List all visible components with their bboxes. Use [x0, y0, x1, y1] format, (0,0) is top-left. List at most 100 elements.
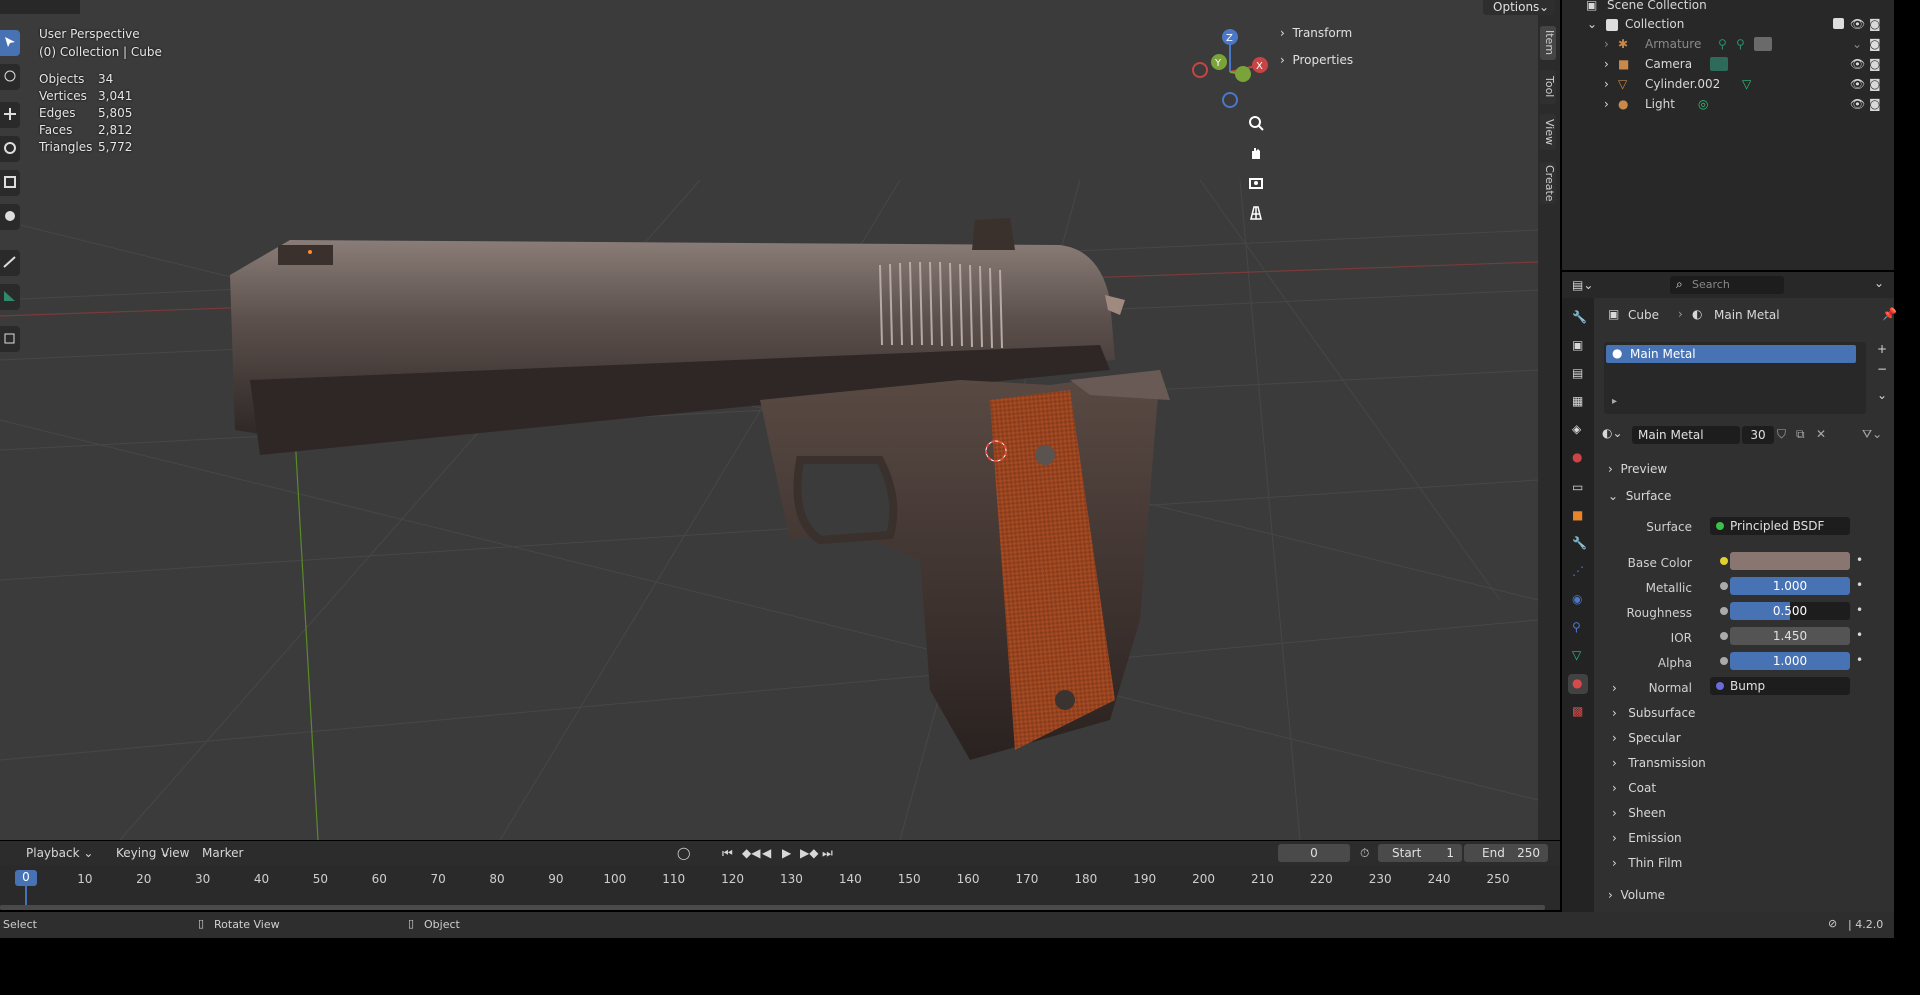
checkbox-icon[interactable] — [1833, 18, 1844, 29]
measure-tool[interactable] — [0, 284, 20, 310]
collection-tab[interactable]: ▭ — [1568, 478, 1588, 498]
camera-render-icon[interactable]: ◙ — [1869, 17, 1881, 31]
chevron-down-icon[interactable]: ⌄ — [1587, 17, 1597, 31]
constraints-tab[interactable]: ⚲ — [1568, 618, 1588, 638]
output-tab[interactable]: ▤ — [1568, 364, 1588, 384]
transform-tool[interactable] — [0, 204, 20, 230]
tab-create[interactable]: Create — [1540, 162, 1556, 204]
camera-view-button[interactable] — [1243, 170, 1269, 196]
surface-shader-field[interactable]: Principled BSDF — [1710, 517, 1850, 535]
section-sheen[interactable]: › Sheen — [1612, 806, 1666, 820]
particles-tab[interactable]: ⋰ — [1568, 562, 1588, 582]
metallic-slider[interactable]: 1.000 — [1730, 577, 1850, 595]
close-icon[interactable]: ✕ — [1816, 427, 1826, 441]
play-icon[interactable]: ▶ — [782, 846, 791, 860]
section-specular[interactable]: › Specular — [1612, 731, 1681, 745]
modifier-tab[interactable]: 🔧 — [1568, 534, 1588, 554]
expand-arrow-icon[interactable]: ▸ — [1612, 396, 1617, 407]
auto-keying-icon[interactable]: ◯ — [677, 846, 690, 860]
chevron-right-icon[interactable]: › — [1604, 97, 1609, 111]
remove-slot-button[interactable]: − — [1874, 362, 1890, 378]
chevron-right-icon[interactable]: › — [1604, 57, 1609, 71]
menu-marker[interactable]: Marker — [202, 846, 243, 860]
material-browse-button[interactable]: ◐⌄ — [1602, 426, 1630, 444]
render-tab[interactable]: ▣ — [1568, 336, 1588, 356]
stopwatch-icon[interactable]: ⏱ — [1360, 846, 1369, 861]
start-frame-field[interactable]: Start 1 — [1378, 844, 1462, 862]
outliner-item-camera[interactable]: › ■ Camera 👁 ◙ — [1562, 54, 1894, 74]
eye-icon[interactable]: 👁 — [1850, 57, 1865, 71]
base-color-swatch[interactable] — [1730, 552, 1850, 570]
cursor-tool[interactable] — [0, 64, 20, 90]
section-emission[interactable]: › Emission — [1612, 831, 1682, 845]
options-dropdown[interactable]: Options ⌄ — [1483, 0, 1555, 15]
texture-tab[interactable]: ▩ — [1568, 702, 1588, 722]
tab-view[interactable]: View — [1540, 114, 1556, 150]
keyframe-dot-icon[interactable]: • — [1856, 553, 1863, 567]
menu-playback[interactable]: Playback ⌄ — [26, 846, 93, 860]
add-slot-button[interactable]: + — [1874, 342, 1890, 358]
annotate-tool[interactable] — [0, 250, 20, 276]
keyframe-dot-icon[interactable]: • — [1856, 628, 1863, 642]
keyframe-dot-icon[interactable]: • — [1856, 603, 1863, 617]
section-surface[interactable]: ⌄ Surface — [1608, 489, 1671, 503]
data-tab[interactable]: ▽ — [1568, 646, 1588, 666]
panel-transform[interactable]: › Transform — [1280, 26, 1352, 40]
pin-icon[interactable]: 📌 — [1882, 307, 1897, 321]
scene-tab[interactable]: ◈ — [1568, 420, 1588, 440]
panel-properties[interactable]: › Properties — [1280, 53, 1353, 67]
section-preview[interactable]: › Preview — [1608, 462, 1667, 476]
outliner-item-cylinder[interactable]: › ▽ Cylinder.002 ▽ 👁 ◙ — [1562, 74, 1894, 94]
editor-type-icon[interactable]: ▤⌄ — [1572, 278, 1593, 292]
jump-end-icon[interactable]: ⏭ — [822, 846, 833, 861]
search-input[interactable]: ⌕ Search — [1670, 276, 1784, 294]
perspective-toggle-button[interactable] — [1243, 200, 1269, 226]
outliner-item-light[interactable]: › ● Light ◎ 👁 ◙ — [1562, 94, 1894, 114]
eye-icon[interactable]: 👁 — [1850, 17, 1865, 31]
next-keyframe-icon[interactable]: ▶◆ — [800, 846, 818, 860]
section-coat[interactable]: › Coat — [1612, 781, 1656, 795]
chevron-right-icon[interactable]: › — [1604, 77, 1609, 91]
outliner-item-armature[interactable]: › ✱ Armature ⚲ ⚲ ⌄ ◙ — [1562, 34, 1894, 54]
keyframe-dot-icon[interactable]: • — [1856, 653, 1863, 667]
scale-tool[interactable] — [0, 170, 20, 196]
fake-user-icon[interactable]: ⛉ — [1777, 427, 1786, 442]
move-tool[interactable] — [0, 102, 20, 128]
play-reverse-icon[interactable]: ◀ — [762, 846, 771, 860]
navigation-gizmo[interactable]: Z X Y — [1192, 29, 1268, 108]
tool-tab[interactable]: 🔧 — [1568, 308, 1588, 328]
keyframe-dot-icon[interactable]: • — [1856, 578, 1863, 592]
select-tool[interactable] — [0, 30, 20, 56]
playhead[interactable]: 0 — [15, 870, 37, 886]
chevron-down-icon[interactable]: ⌄ — [1874, 276, 1884, 290]
timeline-scrollbar[interactable] — [0, 905, 1545, 910]
hidden-icon[interactable]: ⌄ — [1852, 37, 1862, 51]
prev-keyframe-icon[interactable]: ◆◀ — [742, 846, 760, 860]
material-slot-item[interactable]: ● Main Metal — [1606, 345, 1856, 363]
material-name-field[interactable]: Main Metal — [1632, 426, 1740, 444]
camera-render-icon[interactable]: ◙ — [1869, 97, 1881, 111]
chevron-right-icon[interactable]: › — [1604, 37, 1609, 51]
duplicate-icon[interactable]: ⧉ — [1796, 427, 1805, 442]
world-tab[interactable]: ● — [1568, 448, 1588, 468]
filter-icon[interactable]: ⛛⌄ — [1862, 427, 1882, 442]
camera-render-icon[interactable]: ◙ — [1869, 77, 1881, 91]
pan-button[interactable] — [1243, 140, 1269, 166]
view-layer-tab[interactable]: ▦ — [1568, 392, 1588, 412]
section-volume[interactable]: › Volume — [1608, 888, 1665, 902]
roughness-slider[interactable]: 0.500 — [1730, 602, 1850, 620]
tab-item[interactable]: Item — [1540, 26, 1556, 60]
slot-specials-button[interactable]: ⌄ — [1874, 388, 1890, 404]
alpha-slider[interactable]: 1.000 — [1730, 652, 1850, 670]
ior-field[interactable]: 1.450 — [1730, 627, 1850, 645]
current-frame-field[interactable]: 0 — [1278, 844, 1350, 862]
physics-tab[interactable]: ◉ — [1568, 590, 1588, 610]
end-frame-field[interactable]: End 250 — [1464, 844, 1548, 862]
camera-render-icon[interactable]: ◙ — [1869, 57, 1881, 71]
eye-icon[interactable]: 👁 — [1850, 77, 1865, 91]
rotate-tool[interactable] — [0, 136, 20, 162]
material-tab[interactable]: ● — [1568, 674, 1588, 694]
user-count[interactable]: 30 — [1742, 426, 1774, 444]
tab-tool[interactable]: Tool — [1540, 70, 1556, 104]
section-subsurface[interactable]: › Subsurface — [1612, 706, 1695, 720]
